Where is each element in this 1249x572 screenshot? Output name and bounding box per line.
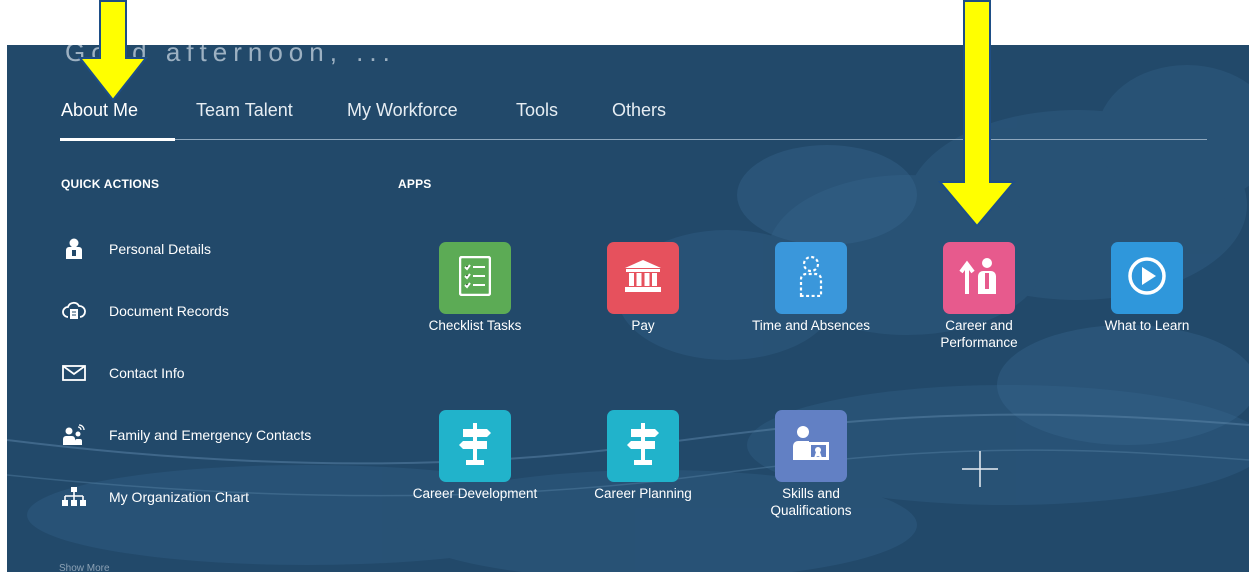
app-tile — [607, 242, 679, 314]
quick-action-label: Family and Emergency Contacts — [109, 427, 312, 443]
app-label: Career and Performance — [940, 318, 1018, 350]
app-tile — [943, 242, 1015, 314]
app-tile — [775, 242, 847, 314]
quick-action-label: My Organization Chart — [109, 489, 250, 505]
tab-my-workforce[interactable]: My Workforce — [347, 100, 458, 121]
app-label: Checklist Tasks — [428, 318, 522, 333]
add-app-button[interactable] — [962, 451, 998, 487]
app-career-and-performance[interactable]: Career and Performance — [914, 242, 1044, 351]
quick-action-label: Personal Details — [109, 241, 211, 257]
tab-others[interactable]: Others — [612, 100, 666, 121]
app-label: Time and Absences — [751, 318, 871, 333]
envelope-icon — [62, 361, 86, 385]
quick-action-contact-info[interactable]: Contact Info — [62, 361, 185, 385]
app-career-development[interactable]: Career Development — [410, 410, 540, 502]
app-label: Skills and Qualifications — [770, 486, 852, 518]
plus-icon — [962, 451, 998, 491]
app-time-and-absences[interactable]: Time and Absences — [746, 242, 876, 334]
tab-bar: About Me Team Talent My Workforce Tools … — [7, 100, 1249, 140]
app-what-to-learn[interactable]: What to Learn — [1082, 242, 1212, 334]
cloud-document-icon — [62, 299, 86, 323]
app-career-planning[interactable]: Career Planning — [578, 410, 708, 502]
app-tile — [607, 410, 679, 482]
annotation-arrow-about-me — [78, 0, 148, 102]
tab-divider — [175, 139, 1207, 140]
annotation-arrow-career-performance — [937, 0, 1017, 228]
dotted-person-icon — [797, 255, 825, 302]
signpost-icon — [625, 422, 661, 471]
person-certificate-icon — [791, 424, 831, 469]
app-label: Pay — [631, 318, 655, 333]
quick-action-document-records[interactable]: Document Records — [62, 299, 229, 323]
app-label: Career Development — [412, 486, 538, 501]
app-tile — [439, 242, 511, 314]
tab-about-me[interactable]: About Me — [61, 100, 138, 121]
bank-icon — [624, 259, 662, 298]
app-tile — [1111, 242, 1183, 314]
app-checklist-tasks[interactable]: Checklist Tasks — [410, 242, 540, 334]
career-growth-icon — [959, 256, 999, 301]
app-tile — [439, 410, 511, 482]
person-badge-icon — [62, 237, 86, 261]
app-skills-and-qualifications[interactable]: Skills and Qualifications — [746, 410, 876, 519]
org-chart-icon — [62, 485, 86, 509]
app-pay[interactable]: Pay — [578, 242, 708, 334]
quick-action-org-chart[interactable]: My Organization Chart — [62, 485, 249, 509]
tab-tools[interactable]: Tools — [516, 100, 558, 121]
quick-action-label: Document Records — [109, 303, 229, 319]
quick-action-family-emergency-contacts[interactable]: Family and Emergency Contacts — [62, 423, 311, 447]
app-tile — [775, 410, 847, 482]
quick-actions-heading: QUICK ACTIONS — [61, 177, 160, 191]
quick-action-label: Contact Info — [109, 365, 185, 381]
signpost-icon — [457, 422, 493, 471]
play-circle-icon — [1127, 256, 1167, 301]
apps-heading: APPS — [398, 177, 432, 191]
checklist-icon — [458, 255, 492, 301]
springboard-panel: Good afternoon, ... About Me Team Talent… — [7, 45, 1249, 572]
family-contacts-icon — [62, 423, 86, 447]
tab-team-talent[interactable]: Team Talent — [196, 100, 293, 121]
active-tab-indicator — [60, 138, 175, 141]
show-more-link[interactable]: Show More — [59, 563, 110, 572]
app-label: Career Planning — [594, 486, 692, 501]
quick-action-personal-details[interactable]: Personal Details — [62, 237, 211, 261]
app-label: What to Learn — [1104, 318, 1190, 333]
